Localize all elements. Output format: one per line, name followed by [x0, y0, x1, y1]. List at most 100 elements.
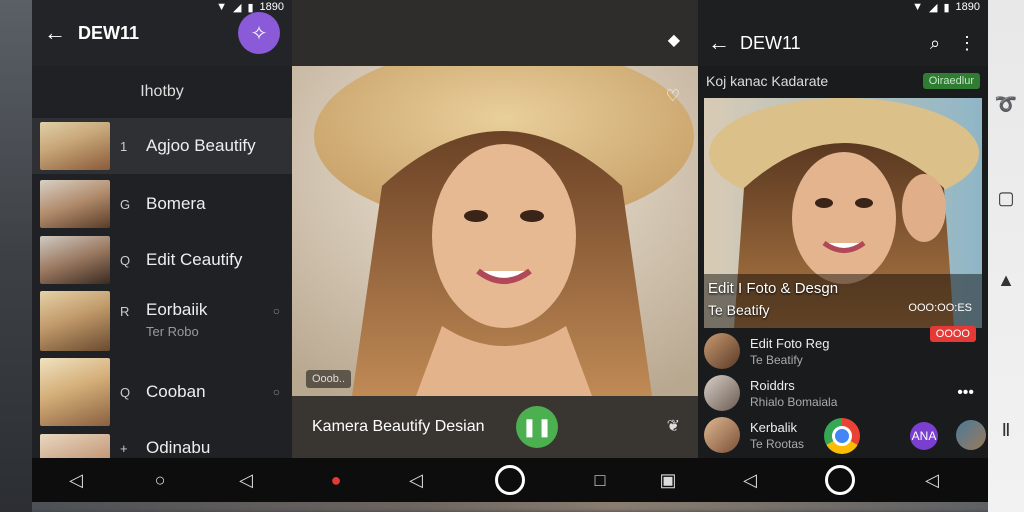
- info-text: Koj kanac Kadarate: [706, 73, 829, 89]
- status-bar-right: ▼ ◢ ▮ 1890: [912, 0, 980, 14]
- navigation-bar: ◁ ○ ◁ ● ◁ □ ▣ ◁ ◁: [32, 458, 988, 502]
- chat-icon[interactable]: ▢: [994, 186, 1018, 210]
- list-item[interactable]: G Bomera: [32, 176, 292, 232]
- status-bar-left: ▼ ◢ ▮ 1890: [216, 0, 284, 14]
- camera-label: Kamera Beautify Desian: [312, 418, 485, 435]
- effects-icon: ✧: [250, 22, 268, 45]
- chrome-icon[interactable]: [824, 418, 860, 454]
- app-title: DEW11: [78, 22, 140, 43]
- left-panel: ▼ ◢ ▮ 1890 ← DEW11 ✧ Ihotby 1 Agjoo Beau…: [32, 0, 292, 464]
- thumbnail: [40, 236, 110, 284]
- home-button[interactable]: [495, 465, 525, 495]
- item-label: Bomera: [146, 194, 206, 213]
- shield-icon[interactable]: ◆: [668, 30, 680, 50]
- chat-subtitle: Te Rootas: [750, 436, 805, 451]
- info-line: Koj kanac Kadarate Oiraedlur: [698, 66, 988, 96]
- signal-icon: ◢: [232, 1, 242, 14]
- pause-button[interactable]: ❚❚: [516, 406, 558, 448]
- item-sublabel: Ter Robo: [146, 324, 199, 339]
- thumbnail: [40, 180, 110, 228]
- thumbnail: [40, 358, 110, 426]
- more-vert-icon[interactable]: ⋮: [956, 33, 978, 54]
- item-label: Odinabu: [146, 438, 211, 457]
- back-triangle-icon[interactable]: ◁: [404, 468, 428, 492]
- heart-icon[interactable]: ♡: [666, 86, 680, 106]
- left-edge: [0, 0, 32, 512]
- recents-square-icon[interactable]: □: [588, 468, 612, 492]
- item-label: Agjoo Beautify: [146, 136, 256, 155]
- item-bullet: 1: [120, 138, 128, 154]
- thumbnail: [40, 291, 110, 351]
- effects-button[interactable]: ✧: [238, 12, 280, 54]
- share-icon[interactable]: ❦: [667, 416, 680, 436]
- bars-icon[interactable]: Ⅱ: [994, 418, 1018, 442]
- center-bottom-bar: Kamera Beautify Desian ❚❚ ❦: [292, 396, 698, 458]
- item-label: Eorbaiik: [146, 300, 208, 319]
- avatar-small[interactable]: [956, 420, 986, 450]
- center-panel: ◆ Ooob.. ♡ Kamera Beautify Desian ❚❚ ❦: [292, 0, 698, 458]
- shield-icon: ○: [272, 385, 280, 399]
- thumbnail: [40, 122, 110, 170]
- item-bullet: Q: [120, 384, 131, 400]
- photo-counter: OOO:OO:ES: [908, 302, 972, 314]
- back-arrow-icon[interactable]: ←: [44, 20, 66, 46]
- chat-item[interactable]: Roiddrs Rhialo Bomaiala •••: [704, 372, 988, 414]
- chat-item[interactable]: Kerbalik Te Rootas ANA: [704, 414, 988, 456]
- item-bullet: R: [120, 304, 130, 319]
- leaf-icon[interactable]: ▲: [994, 268, 1018, 292]
- chat-subtitle: Te Beatify: [750, 352, 803, 367]
- signal-icon: ◢: [928, 1, 938, 14]
- status-time: 1890: [259, 1, 284, 13]
- photo-subcaption: Te Beatify: [708, 302, 770, 318]
- shield-icon: ○: [272, 304, 280, 318]
- status-badge: Oiraedlur: [922, 73, 980, 89]
- chat-title: Kerbalik: [750, 419, 797, 435]
- list-item[interactable]: Q Edit Ceautify: [32, 232, 292, 288]
- right-edge: ➰ ▢ ▲ Ⅱ: [988, 0, 1024, 512]
- back-arrow-icon[interactable]: ←: [708, 30, 730, 56]
- right-panel: ▼ ◢ ▮ 1890 ← DEW11 ⌕ ⋮ Koj kanac Kadarat…: [698, 0, 988, 458]
- chat-item[interactable]: Edit Foto Reg Te Beatify: [704, 330, 988, 372]
- battery-icon: ▮: [247, 1, 254, 14]
- record-icon[interactable]: ●: [324, 468, 348, 492]
- more-horiz-icon[interactable]: •••: [957, 384, 974, 402]
- pause-icon: ❚❚: [521, 416, 553, 437]
- center-top-bar: ◆: [292, 0, 698, 66]
- battery-icon: ▮: [943, 1, 950, 14]
- chat-title: Edit Foto Reg: [750, 335, 830, 351]
- wifi-icon: ▼: [912, 1, 923, 13]
- list-item[interactable]: Q Cooban ○: [32, 354, 292, 430]
- item-label: Cooban: [146, 382, 206, 401]
- left-list: 1 Agjoo Beautify G Bomera Q Edit Ceautif…: [32, 118, 292, 466]
- back-triangle-icon[interactable]: ◁: [738, 468, 762, 492]
- home-button[interactable]: [825, 465, 855, 495]
- swirl-icon[interactable]: ➰: [994, 92, 1018, 116]
- avatar: [704, 333, 740, 369]
- back-triangle-icon[interactable]: ◁: [234, 468, 258, 492]
- back-triangle-icon[interactable]: ◁: [64, 468, 88, 492]
- main-photo: [292, 66, 698, 396]
- item-bullet: +: [120, 440, 128, 456]
- right-app-title: DEW11: [740, 32, 801, 53]
- list-item[interactable]: 1 Agjoo Beautify: [32, 118, 292, 174]
- item-bullet: G: [120, 196, 131, 212]
- back-triangle-icon[interactable]: ◁: [920, 468, 944, 492]
- status-time: 1890: [955, 1, 980, 13]
- home-circle-icon[interactable]: ○: [148, 468, 172, 492]
- chat-subtitle: Rhialo Bomaiala: [750, 394, 838, 409]
- portrait-image: [292, 66, 698, 396]
- preview-photo: Edit I Foto & Desgn Te Beatify OOO:OO:ES: [704, 98, 982, 328]
- list-item[interactable]: R Eorbaiik Ter Robo ○: [32, 288, 292, 354]
- wifi-icon: ▼: [216, 1, 227, 13]
- item-bullet: Q: [120, 252, 131, 268]
- avatar: [704, 417, 740, 453]
- list-header: Ihotby: [140, 83, 184, 100]
- item-label: Edit Ceautify: [146, 250, 243, 269]
- media-chip[interactable]: Ooob..: [306, 370, 352, 388]
- overview-icon[interactable]: ▣: [656, 468, 680, 492]
- chat-badge[interactable]: ANA: [910, 422, 938, 450]
- avatar: [704, 375, 740, 411]
- photo-caption: Edit I Foto & Desgn: [708, 280, 839, 297]
- chat-title: Roiddrs: [750, 377, 795, 393]
- search-icon[interactable]: ⌕: [924, 33, 946, 54]
